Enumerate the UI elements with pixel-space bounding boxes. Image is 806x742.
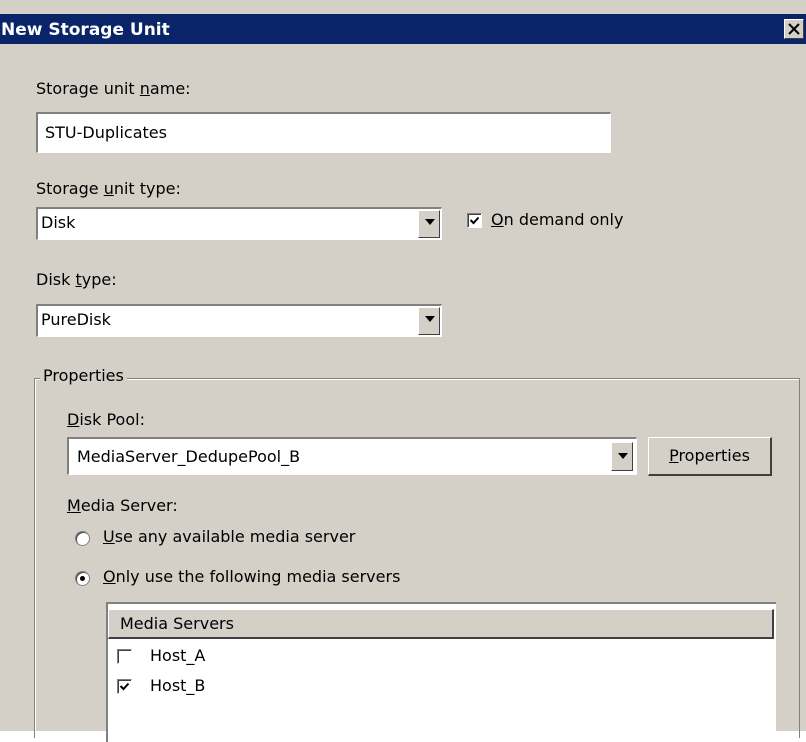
properties-button[interactable]: Properties — [648, 437, 772, 476]
use-any-media-server-radio[interactable] — [75, 531, 90, 546]
disk-type-label: Disk type: — [36, 270, 117, 289]
chevron-down-icon — [425, 219, 435, 225]
storage-unit-name-label: Storage unit name: — [36, 79, 191, 98]
disk-pool-select[interactable]: MediaServer_DedupePool_B — [67, 437, 637, 475]
storage-unit-type-dropdown-button[interactable] — [418, 210, 440, 238]
disk-type-dropdown-button[interactable] — [418, 307, 440, 335]
storage-unit-type-label: Storage unit type: — [36, 179, 181, 198]
close-icon — [788, 23, 800, 35]
only-use-following-media-servers-label[interactable]: Only use the following media servers — [103, 567, 400, 586]
properties-group-legend: Properties — [40, 366, 127, 385]
on-demand-label[interactable]: On demand only — [491, 210, 623, 229]
new-storage-unit-dialog: New Storage Unit Storage unit name: STU-… — [0, 0, 806, 742]
list-item-host-a[interactable]: Host_A — [150, 646, 205, 665]
host-b-checkbox[interactable] — [117, 679, 132, 694]
on-demand-checkbox[interactable] — [467, 213, 482, 228]
list-item-host-b[interactable]: Host_B — [150, 676, 205, 695]
disk-pool-label: Disk Pool: — [67, 410, 145, 429]
media-server-label: Media Server: — [67, 496, 178, 515]
disk-pool-value: MediaServer_DedupePool_B — [77, 447, 301, 466]
host-a-checkbox[interactable] — [117, 649, 132, 664]
radio-selected-dot — [80, 576, 85, 581]
storage-unit-name-input[interactable]: STU-Duplicates — [36, 112, 611, 153]
checkmark-icon — [119, 682, 130, 691]
storage-unit-type-value: Disk — [41, 213, 76, 232]
title-bar: New Storage Unit — [0, 14, 806, 44]
checkmark-icon — [469, 216, 480, 225]
disk-pool-dropdown-button[interactable] — [611, 442, 633, 471]
storage-unit-type-select[interactable]: Disk — [36, 207, 442, 240]
media-servers-column-header[interactable]: Media Servers — [108, 609, 774, 639]
window-title: New Storage Unit — [1, 20, 170, 40]
chevron-down-icon — [618, 453, 628, 459]
close-button[interactable] — [784, 19, 804, 39]
only-use-following-media-servers-radio[interactable] — [75, 571, 90, 586]
use-any-media-server-label[interactable]: Use any available media server — [103, 527, 355, 546]
chevron-down-icon — [425, 316, 435, 322]
disk-type-select[interactable]: PureDisk — [36, 304, 442, 337]
disk-type-value: PureDisk — [41, 310, 111, 329]
